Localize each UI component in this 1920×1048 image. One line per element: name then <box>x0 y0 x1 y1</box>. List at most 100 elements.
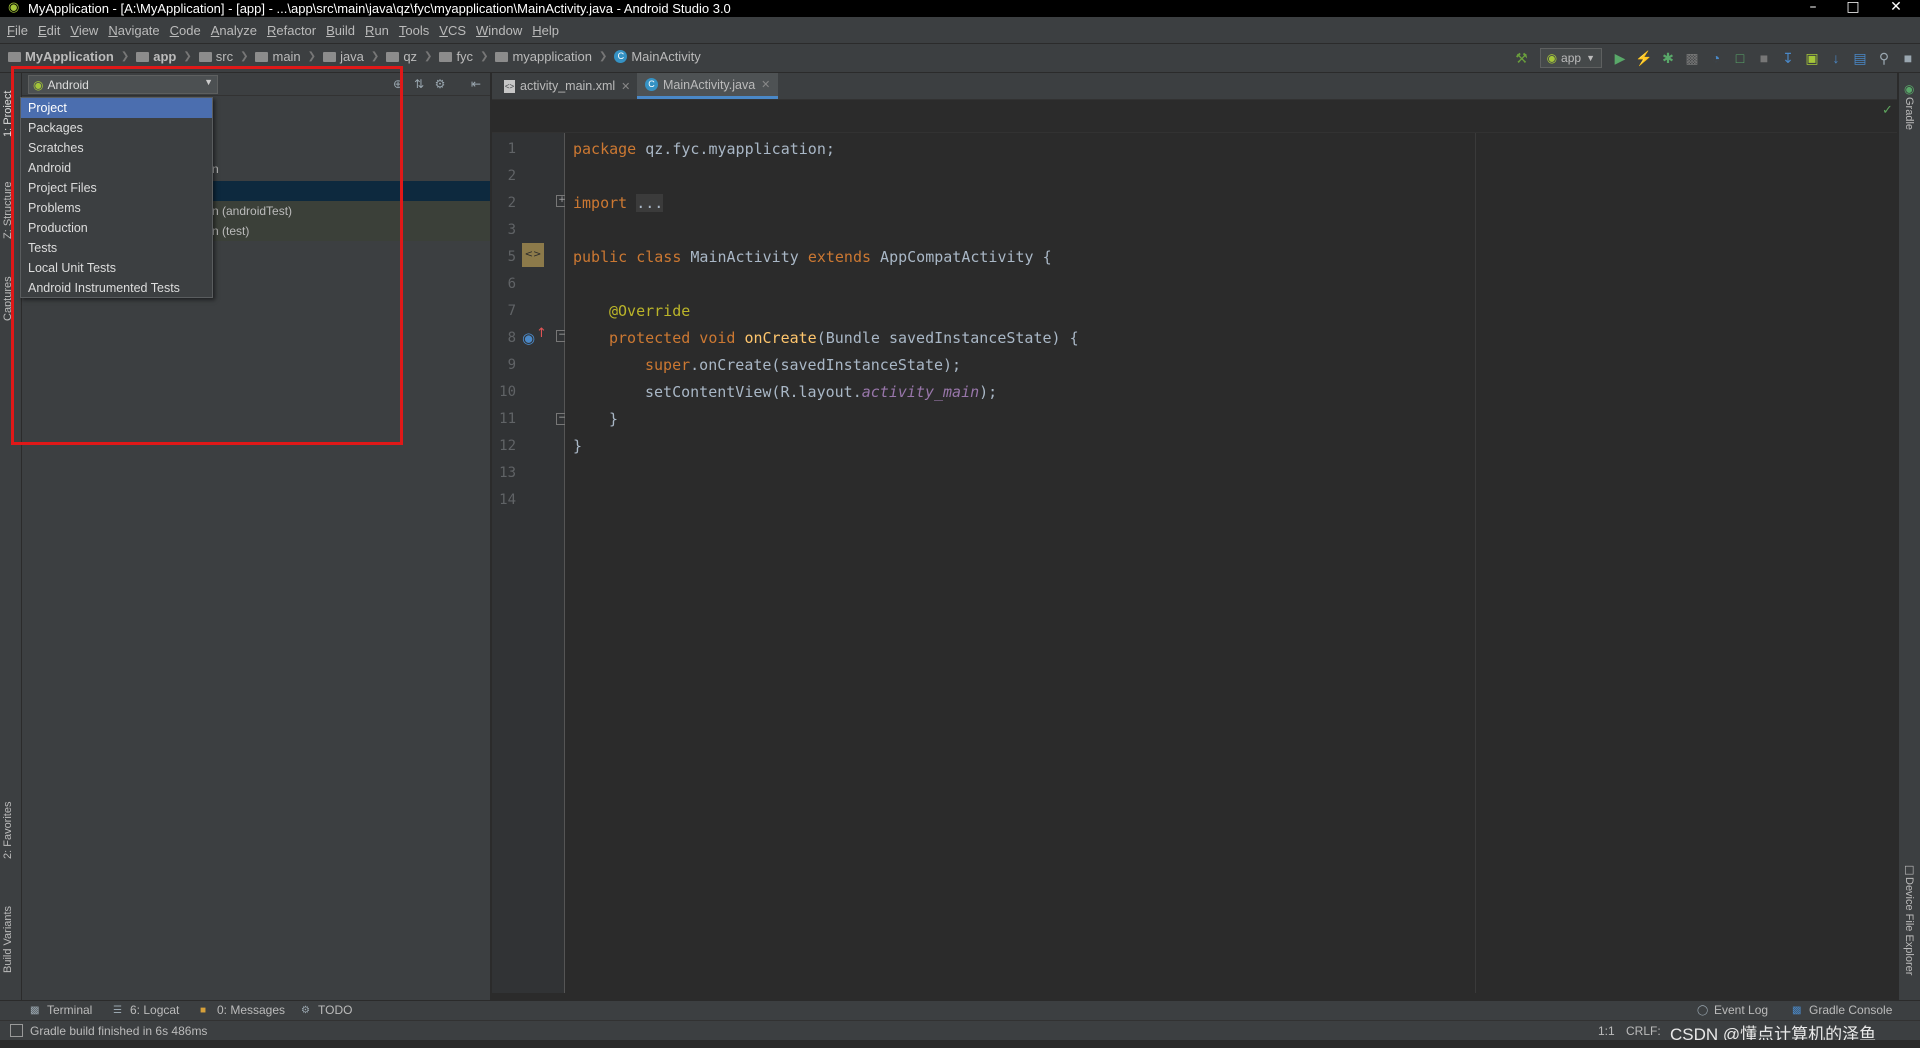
override-arrow-icon: ↑ <box>536 326 547 341</box>
class-name: MainActivity <box>681 248 808 266</box>
keyword: protected void <box>609 329 736 347</box>
keyword: super <box>645 356 691 374</box>
toggle-tool-windows-icon[interactable] <box>10 1024 23 1037</box>
editor-gutter: 1 2 2 3 5 6 7 8 9 10 11 12 13 14 + <> ◉ … <box>492 133 568 993</box>
code-text: AppCompatActivity { <box>871 248 1052 266</box>
code-line-6: public class MainActivity extends AppCom… <box>573 248 1052 266</box>
menu-navigate[interactable]: Navigate <box>108 23 159 38</box>
window-title: MyApplication - [A:\MyApplication] - [ap… <box>28 1 731 16</box>
tab-gradle-console[interactable]: ▩ Gradle Console <box>1792 1003 1892 1017</box>
project-structure-icon[interactable]: ▤ <box>1848 48 1872 68</box>
override-method-icon[interactable]: ◉ <box>522 329 535 347</box>
menu-run[interactable]: Run <box>365 23 389 38</box>
tool-label: Event Log <box>1714 1003 1769 1017</box>
chevron-right-icon: ❯ <box>183 51 192 62</box>
code-editor[interactable]: package qz.fyc.myapplication; import ...… <box>565 133 1897 993</box>
gear-icon[interactable]: ⚙ <box>432 76 448 92</box>
tab-logcat[interactable]: ☰ 6: Logcat <box>113 1003 179 1017</box>
breadcrumb-main[interactable]: main <box>255 49 301 64</box>
gradle-console-icon: ▩ <box>1792 1004 1802 1016</box>
folded-imports[interactable]: ... <box>636 194 664 212</box>
attach-process-icon[interactable]: □ <box>1728 48 1752 68</box>
apply-changes-icon[interactable]: ⚡ <box>1632 48 1656 68</box>
breadcrumb-java[interactable]: java <box>323 49 364 64</box>
line-separator[interactable]: CRLF: <box>1626 1024 1661 1038</box>
breadcrumb-label: MainActivity <box>631 49 701 64</box>
menu-tools[interactable]: Tools <box>399 23 429 38</box>
menu-file[interactable]: File <box>7 23 28 38</box>
red-highlight-box <box>11 66 403 445</box>
run-configuration-select[interactable]: ◉ app ▼ <box>1539 48 1602 68</box>
annotation: @Override <box>609 302 691 320</box>
tab-gradle[interactable]: Gradle <box>1903 97 1915 130</box>
breadcrumb-myapplication-package[interactable]: myapplication <box>495 49 592 64</box>
tab-event-log[interactable]: ◯ Event Log <box>1697 1003 1768 1017</box>
android-icon: ◉ <box>1546 51 1558 65</box>
tab-messages[interactable]: ■ 0: Messages <box>200 1003 285 1017</box>
folder-icon <box>136 51 150 62</box>
make-project-icon[interactable]: ⚒ <box>1510 48 1534 68</box>
stop-icon[interactable]: ■ <box>1752 48 1776 68</box>
breadcrumb: MyApplication ❯ app ❯ src ❯ main ❯ java … <box>8 49 708 64</box>
minimize-icon[interactable]: – <box>1793 0 1833 17</box>
close-icon[interactable]: ✕ <box>1876 0 1916 17</box>
line-number: 5 <box>507 249 516 265</box>
chevron-right-icon: ❯ <box>120 51 130 62</box>
menu-view[interactable]: View <box>70 23 98 38</box>
android-activity-icon[interactable]: <> <box>522 243 544 267</box>
line-number: 11 <box>499 411 516 427</box>
folder-icon <box>8 51 21 62</box>
menu-window[interactable]: Window <box>476 23 522 38</box>
line-number: 9 <box>507 357 516 373</box>
code-line-3: import ... <box>573 194 664 212</box>
tab-build-variants[interactable]: Build Variants <box>2 893 14 973</box>
chevron-right-icon: ❯ <box>370 51 380 62</box>
breadcrumb-src[interactable]: src <box>198 49 233 64</box>
tab-activity-main-xml[interactable]: <> activity_main.xml ✕ <box>496 73 638 99</box>
menu-vcs[interactable]: VCS <box>439 23 466 38</box>
breadcrumb-myapplication[interactable]: MyApplication <box>8 49 114 64</box>
menu-help[interactable]: Help <box>532 23 559 38</box>
code-text: qz.fyc.myapplication; <box>636 140 835 158</box>
keyword: extends <box>807 248 872 266</box>
line-number: 8 <box>507 330 516 346</box>
close-tab-icon[interactable]: ✕ <box>621 80 630 93</box>
chevron-right-icon: ❯ <box>240 51 249 62</box>
chevron-right-icon: ❯ <box>424 51 433 62</box>
close-tab-icon[interactable]: ✕ <box>761 78 770 91</box>
tab-mainactivity-java[interactable]: C MainActivity.java ✕ <box>637 73 779 99</box>
tab-terminal[interactable]: ▩ Terminal <box>30 1003 92 1017</box>
profile-icon[interactable]: ▩ <box>1680 48 1704 68</box>
avd-manager-icon[interactable]: ▣ <box>1800 48 1824 68</box>
sdk-manager-icon[interactable]: ↓ <box>1824 48 1848 68</box>
tab-device-file-explorer[interactable]: Device File Explorer <box>1903 877 1915 975</box>
menu-build[interactable]: Build <box>326 23 355 38</box>
search-icon[interactable]: ⚲ <box>1872 48 1896 68</box>
tab-todo[interactable]: ⚙ TODO <box>301 1003 352 1017</box>
hide-icon[interactable]: ⇤ <box>468 76 484 92</box>
main-toolbar: ⚒ ◉ app ▼ ▶ ⚡ ✱ ▩ ◔ □ ■ ↧ ▣ ↓ ▤ ⚲ ■ <box>1510 48 1920 68</box>
line-number: 14 <box>499 492 516 508</box>
collapse-icon[interactable]: ⇅ <box>411 76 427 92</box>
caret-position[interactable]: 1:1 <box>1598 1024 1615 1038</box>
run-icon[interactable]: ▶ <box>1608 48 1632 68</box>
sync-gradle-icon[interactable]: ↧ <box>1776 48 1800 68</box>
menu-analyze[interactable]: Analyze <box>211 23 257 38</box>
breadcrumb-app[interactable]: app <box>136 49 176 64</box>
tab-favorites[interactable]: 2: Favorites <box>2 793 14 859</box>
folder-icon <box>255 51 269 62</box>
breadcrumb-mainactivity[interactable]: C MainActivity <box>614 49 701 64</box>
breadcrumb-fyc[interactable]: fyc <box>439 49 473 64</box>
menu-code[interactable]: Code <box>170 23 201 38</box>
tool-label: Terminal <box>47 1003 93 1017</box>
menu-refactor[interactable]: Refactor <box>267 23 316 38</box>
menu-edit[interactable]: Edit <box>38 23 60 38</box>
debug-icon[interactable]: ✱ <box>1656 48 1680 68</box>
breadcrumb-qz[interactable]: qz <box>386 49 417 64</box>
attach-debugger-icon[interactable]: ◔ <box>1704 48 1728 68</box>
user-icon[interactable]: ■ <box>1896 48 1920 68</box>
maximize-icon[interactable]: □ <box>1833 0 1873 17</box>
keyword: import <box>573 194 628 212</box>
code-line-12: } <box>609 410 619 428</box>
keyword: package <box>573 140 637 158</box>
